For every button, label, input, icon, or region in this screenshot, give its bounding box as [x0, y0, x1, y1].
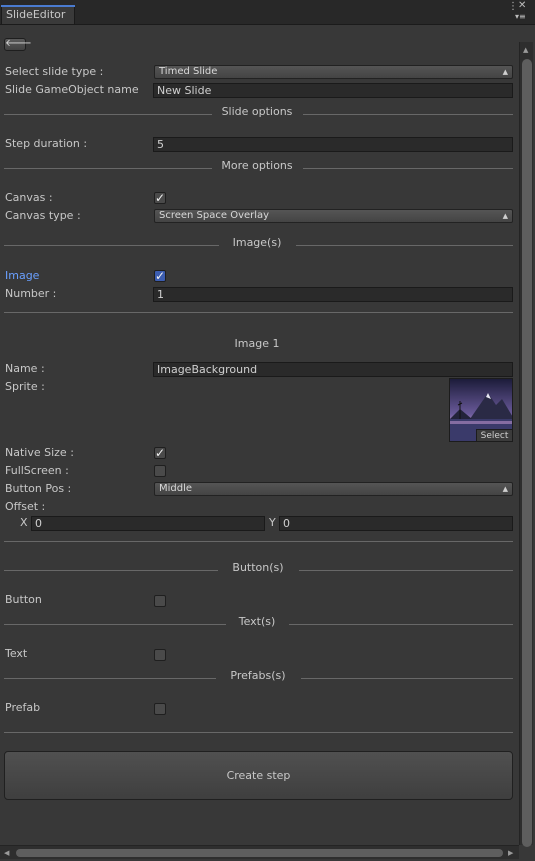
- section-title-more-options: More options: [221, 159, 293, 172]
- sprite-label: Sprite :: [5, 380, 45, 393]
- back-button[interactable]: 🡐: [4, 38, 32, 51]
- checkmark-icon: ✓: [155, 446, 166, 460]
- divider: [4, 245, 219, 246]
- native-size-label: Native Size :: [5, 446, 74, 459]
- prefab-label: Prefab: [5, 701, 41, 714]
- section-title-slide-options: Slide options: [221, 105, 293, 118]
- sprite-select-button[interactable]: Select: [476, 429, 512, 441]
- divider: [299, 570, 513, 571]
- window-tab-bar: SlideEditor ⋮ ✕ ▾≡: [0, 0, 535, 25]
- fullscreen-checkbox[interactable]: [154, 465, 166, 477]
- offset-label: Offset :: [5, 500, 46, 513]
- divider: [301, 678, 513, 679]
- horizontal-scroll-thumb[interactable]: [16, 849, 503, 857]
- vertical-scroll-thumb[interactable]: [522, 59, 532, 847]
- go-name-label: Slide GameObject name: [5, 83, 139, 96]
- divider: [4, 312, 513, 313]
- native-size-checkbox[interactable]: ✓: [154, 447, 166, 459]
- number-label: Number :: [5, 287, 57, 300]
- kebab-menu-icon[interactable]: ⋮: [508, 2, 518, 12]
- scroll-right-arrow-icon[interactable]: ▶: [508, 849, 513, 857]
- button-pos-value: Middle: [159, 483, 193, 494]
- text-checkbox[interactable]: [154, 649, 166, 661]
- divider: [4, 570, 218, 571]
- panel-menu-icon[interactable]: ▾≡: [515, 12, 526, 22]
- image-checkbox[interactable]: ✓: [154, 270, 166, 282]
- divider: [303, 114, 513, 115]
- divider: [4, 168, 212, 169]
- number-input[interactable]: 1: [153, 287, 513, 302]
- text-label: Text: [5, 647, 28, 660]
- divider: [289, 624, 513, 625]
- image-name-input[interactable]: ImageBackground: [153, 362, 513, 377]
- tab-active-indicator: [1, 5, 75, 7]
- slide-type-dropdown[interactable]: Timed Slide ▲: [154, 65, 513, 79]
- tab-slide-editor[interactable]: SlideEditor: [1, 5, 75, 24]
- horizontal-scrollbar[interactable]: ◀ ▶: [0, 845, 519, 859]
- divider: [4, 678, 216, 679]
- slide-type-value: Timed Slide: [159, 66, 218, 77]
- offset-y-label: Y: [269, 516, 276, 529]
- scroll-left-arrow-icon[interactable]: ◀: [4, 849, 9, 857]
- sprite-field[interactable]: Select: [449, 378, 513, 442]
- checkmark-icon: ✓: [155, 269, 166, 283]
- offset-x-input[interactable]: 0: [31, 516, 265, 531]
- prefab-checkbox[interactable]: [154, 703, 166, 715]
- create-step-button[interactable]: Create step: [4, 751, 513, 800]
- divider: [4, 541, 513, 542]
- button-label: Button: [5, 593, 42, 606]
- canvas-type-label: Canvas type :: [5, 209, 81, 222]
- divider: [303, 168, 513, 169]
- canvas-checkbox[interactable]: ✓: [154, 192, 166, 204]
- image-label: Image: [5, 269, 40, 282]
- offset-y-input[interactable]: 0: [279, 516, 513, 531]
- step-duration-label: Step duration :: [5, 137, 88, 150]
- vertical-scrollbar[interactable]: ▲: [519, 42, 533, 847]
- section-title-texts: Text(s): [238, 615, 276, 628]
- scroll-up-arrow-icon[interactable]: ▲: [523, 46, 528, 54]
- section-title-images: Image(s): [232, 236, 282, 249]
- slide-type-label: Select slide type :: [5, 65, 104, 78]
- section-title-prefabs: Prefabs(s): [230, 669, 286, 682]
- offset-x-label: X: [20, 516, 28, 529]
- canvas-type-value: Screen Space Overlay: [159, 210, 270, 221]
- checkmark-icon: ✓: [155, 191, 166, 205]
- fullscreen-label: FullScreen :: [5, 464, 69, 477]
- dropdown-arrows-icon: ▲: [502, 485, 508, 493]
- divider: [4, 624, 226, 625]
- arrow-left-icon: 🡐: [5, 38, 32, 49]
- button-pos-label: Button Pos :: [5, 482, 72, 495]
- image-1-title: Image 1: [234, 337, 280, 350]
- divider: [4, 114, 212, 115]
- canvas-label: Canvas :: [5, 191, 53, 204]
- close-icon[interactable]: ✕: [518, 1, 526, 11]
- button-pos-dropdown[interactable]: Middle ▲: [154, 482, 513, 496]
- canvas-type-dropdown[interactable]: Screen Space Overlay ▲: [154, 209, 513, 223]
- go-name-input[interactable]: New Slide: [153, 83, 513, 98]
- button-checkbox[interactable]: [154, 595, 166, 607]
- dropdown-arrows-icon: ▲: [502, 68, 508, 76]
- divider: [4, 732, 513, 733]
- step-duration-input[interactable]: 5: [153, 137, 513, 152]
- divider: [296, 245, 513, 246]
- section-title-buttons: Button(s): [232, 561, 284, 574]
- name-label: Name :: [5, 362, 45, 375]
- dropdown-arrows-icon: ▲: [502, 212, 508, 220]
